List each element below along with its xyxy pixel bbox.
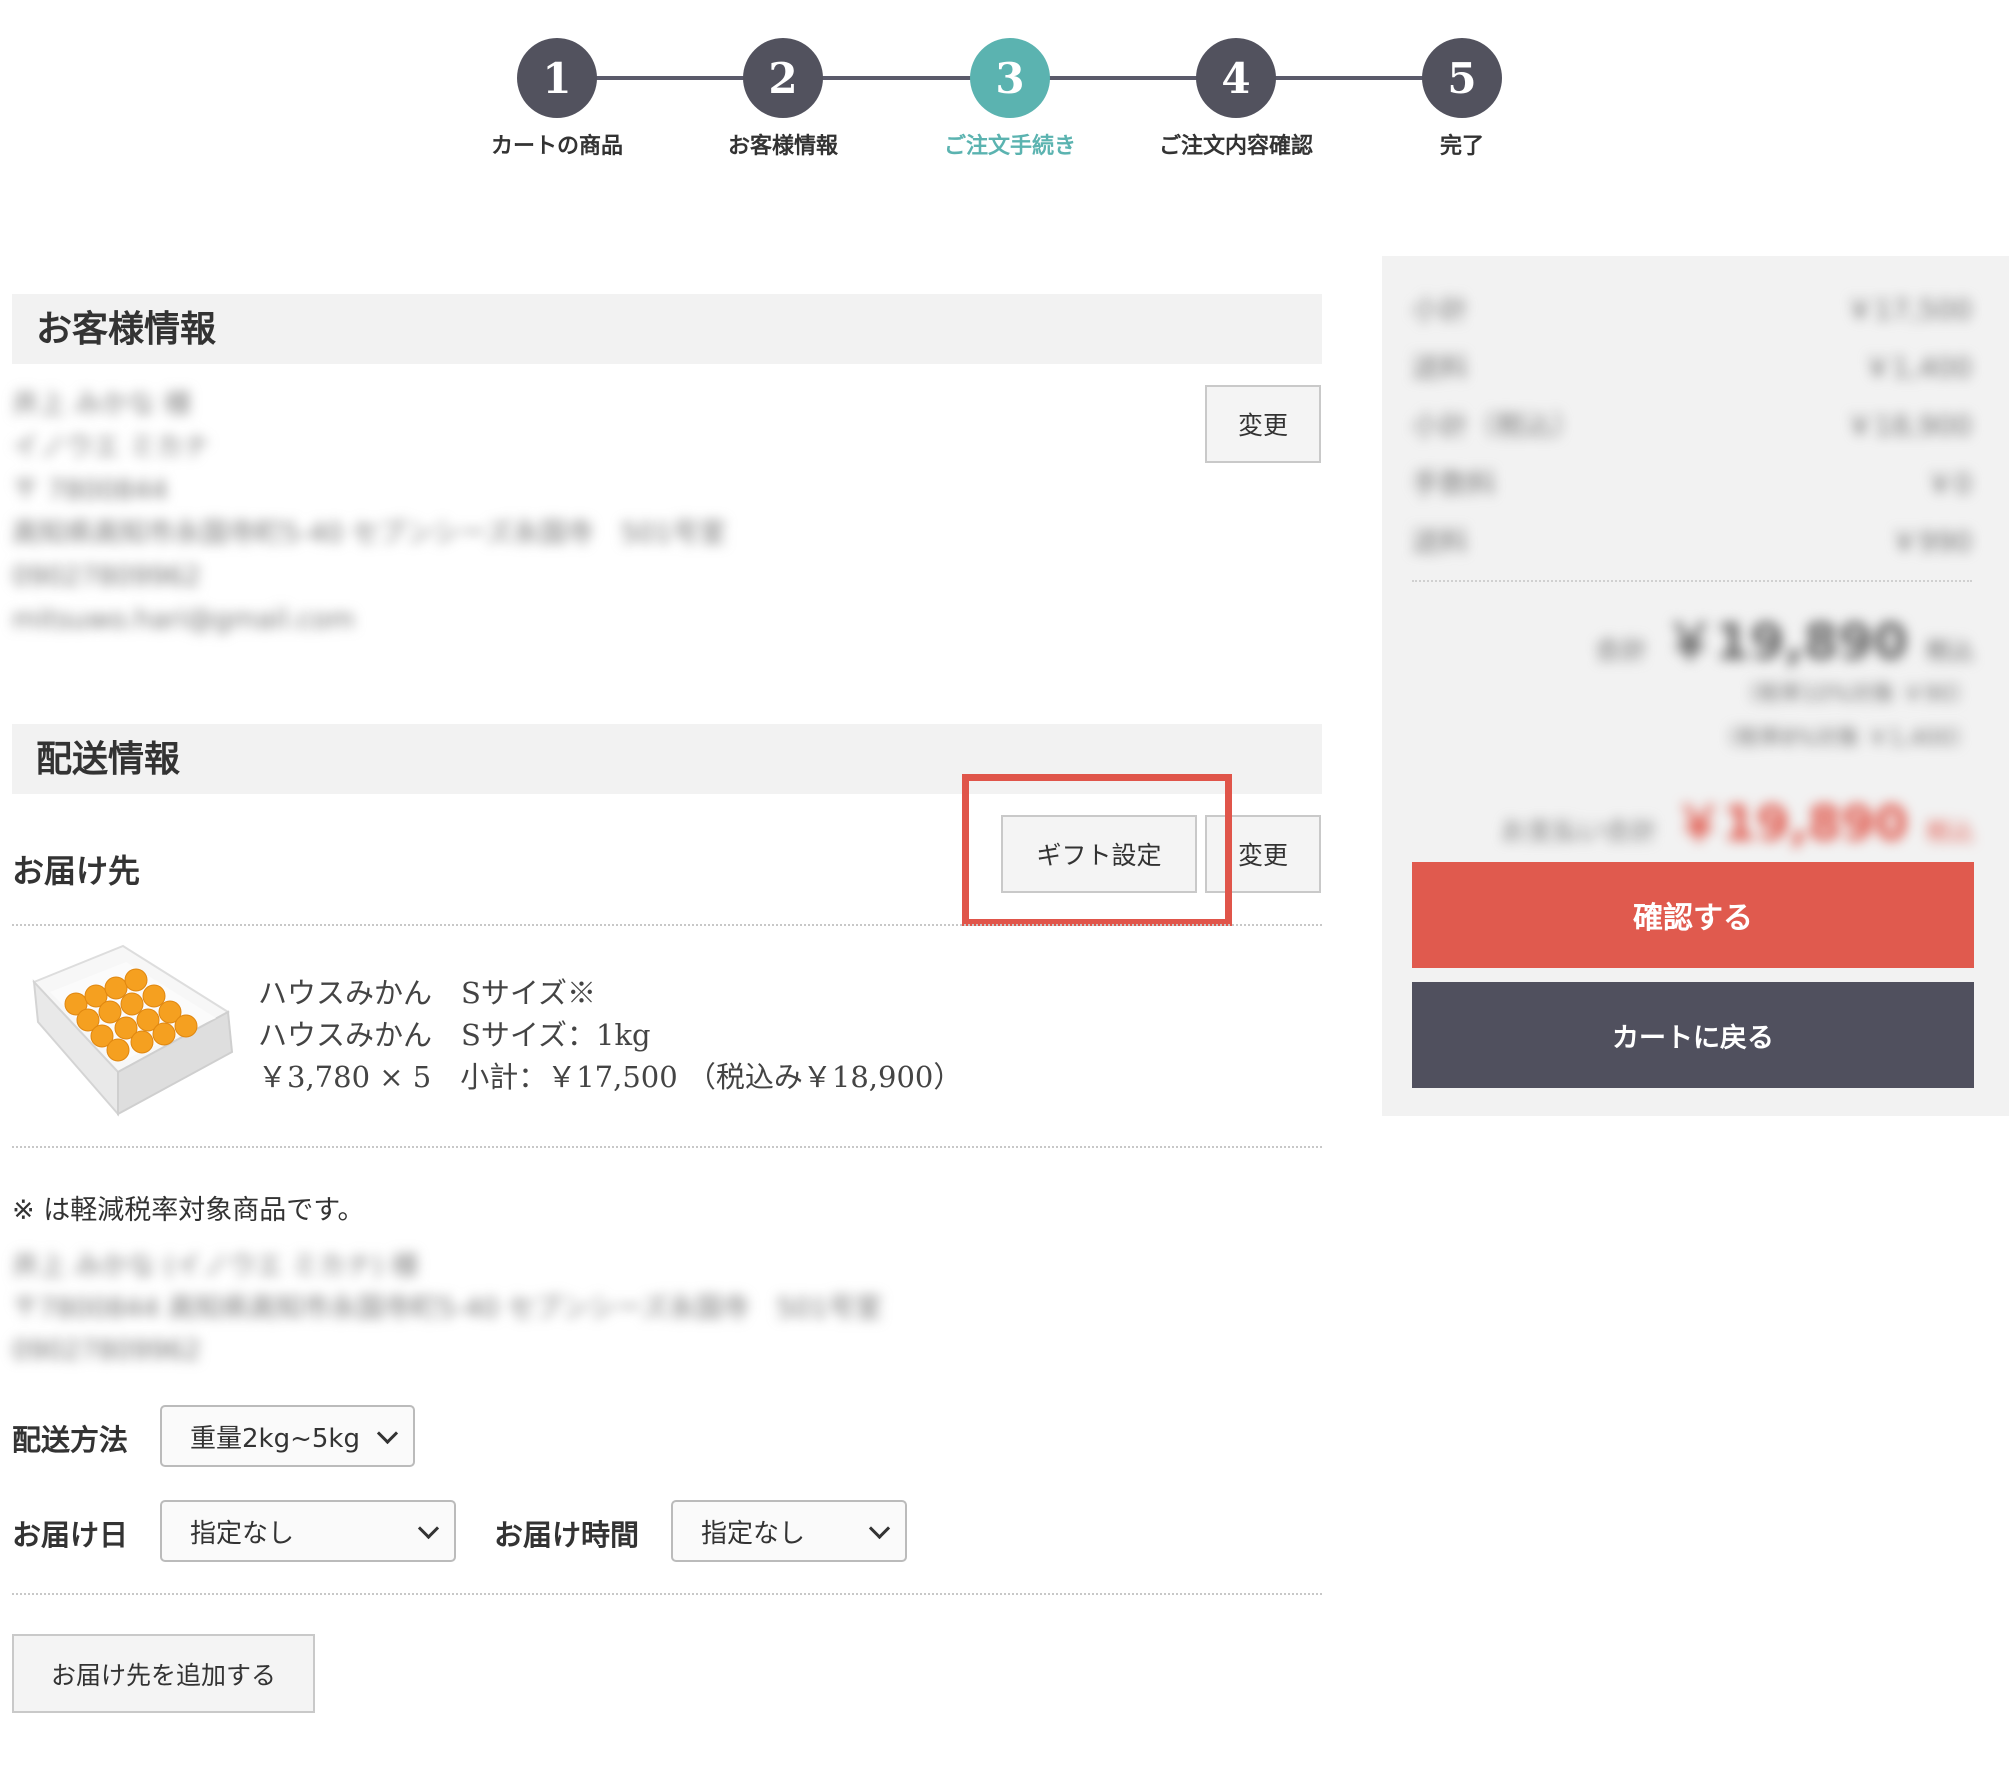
tax-note-10: （税率10%対象 ￥90）: [1736, 682, 1974, 707]
delivery-address-line: 〒7800844 高知県高知市永国寺町5-40 セブンシーズ永国寺 501号室: [12, 1293, 882, 1324]
customer-details: 井上 みかな 様 イノウエ ミカナ 〒 7800844 高知県高知市永国寺町5-…: [12, 383, 726, 641]
summary-row: 送料 ￥990: [1412, 520, 1972, 560]
confirm-button[interactable]: 確認する: [1412, 862, 1974, 968]
chevron-down-icon: [417, 1517, 440, 1539]
product-name: ハウスみかん Sサイズ※: [258, 976, 596, 1010]
divider: [12, 1593, 1322, 1595]
step-number-4: 4: [1196, 38, 1276, 118]
customer-address: 高知県高知市永国寺町5-40 セブンシーズ永国寺 501号室: [12, 518, 727, 549]
delivery-time-select[interactable]: 指定なし: [671, 1500, 907, 1562]
payment-value: ￥19,890: [1674, 796, 1908, 852]
tax-note-8: （税率8%対象 ￥1,400）: [1715, 726, 1974, 751]
summary-row-label: 手数料: [1412, 467, 1497, 500]
product-variant: ハウスみかん Sサイズ：1kg: [258, 1018, 651, 1052]
step-number-2: 2: [743, 38, 823, 118]
summary-row-label: 小計: [1412, 293, 1469, 326]
product-image: [28, 942, 236, 1117]
payment-tax-suffix: 税込: [1926, 818, 1974, 846]
step-number-5: 5: [1422, 38, 1502, 118]
summary-divider: [1412, 580, 1972, 582]
step-number-3: 3: [970, 38, 1050, 118]
step-5: 5 完了: [1322, 38, 1602, 160]
summary-row-label: 小計（税込）: [1412, 409, 1581, 442]
summary-row-label: 送料: [1412, 525, 1469, 558]
progress-stepper: 1 カートの商品 2 お客様情報 3 ご注文手続き 4 ご注文内容確認 5 完了: [0, 0, 2009, 190]
delivery-date-value: 指定なし: [190, 1518, 295, 1549]
summary-row-value: ￥0: [1926, 467, 1972, 500]
summary-total: 合計 ￥19,890 税込: [1595, 602, 1974, 674]
summary-row: 手数料 ￥0: [1412, 462, 1972, 502]
shipping-method-value: 重量2kg~5kg: [190, 1423, 360, 1454]
product-price: ￥3,780 × 5 小計：￥17,500 （税込み￥18,900）: [258, 1060, 963, 1094]
customer-zip: 〒 7800844: [12, 475, 168, 506]
divider: [12, 1146, 1322, 1148]
step-number-1: 1: [517, 38, 597, 118]
total-label: 合計: [1595, 636, 1648, 666]
customer-phone: 09027809962: [12, 561, 201, 592]
customer-change-button[interactable]: 変更: [1205, 385, 1321, 463]
delivery-time-label: お届け時間: [494, 1518, 640, 1552]
reduced-tax-note: ※ は軽減税率対象商品です。: [12, 1195, 365, 1226]
summary-row-value: ￥1,400: [1863, 351, 1972, 384]
product-info: ハウスみかん Sサイズ※ ハウスみかん Sサイズ：1kg ￥3,780 × 5 …: [258, 972, 962, 1098]
total-tax-suffix: 税込: [1926, 637, 1974, 665]
customer-info-header: お客様情報: [12, 294, 1322, 364]
summary-row-value: ￥990: [1890, 525, 1972, 558]
delivery-address: 井上 みかな (イノウエ ミカナ) 様 〒7800844 高知県高知市永国寺町5…: [12, 1246, 882, 1372]
summary-row: 小計 ￥17,500: [1412, 288, 1972, 328]
summary-row-label: 送料: [1412, 351, 1469, 384]
summary-row: 送料 ￥1,400: [1412, 346, 1972, 386]
divider: [12, 924, 1322, 926]
delivery-date-select[interactable]: 指定なし: [160, 1500, 456, 1562]
gift-settings-button[interactable]: ギフト設定: [1001, 815, 1197, 893]
shipping-method-label: 配送方法: [12, 1423, 129, 1457]
add-destination-button[interactable]: お届け先を追加する: [12, 1634, 315, 1713]
mikan-box-icon: [32, 944, 234, 1117]
checkout-page: 1 カートの商品 2 お客様情報 3 ご注文手続き 4 ご注文内容確認 5 完了…: [0, 0, 2009, 1765]
summary-row: 小計（税込） ￥18,900: [1412, 404, 1972, 444]
customer-kana: イノウエ ミカナ: [12, 432, 210, 463]
customer-email: mitsuwo.hari@gmail.com: [12, 604, 355, 635]
back-to-cart-button[interactable]: カートに戻る: [1412, 982, 1974, 1088]
customer-name: 井上 みかな 様: [12, 389, 192, 420]
shipping-method-select[interactable]: 重量2kg~5kg: [160, 1405, 415, 1467]
delivery-time-value: 指定なし: [701, 1518, 806, 1549]
delivery-recipient: 井上 みかな (イノウエ ミカナ) 様: [12, 1251, 419, 1282]
total-value: ￥19,890: [1665, 613, 1908, 671]
payment-total: お支払い合計 ￥19,890 税込: [1501, 784, 1974, 854]
destination-label: お届け先: [12, 852, 141, 890]
step-label-5: 完了: [1439, 133, 1484, 159]
chevron-down-icon: [376, 1422, 399, 1444]
summary-row-value: ￥18,900: [1846, 409, 1972, 442]
destination-change-button[interactable]: 変更: [1205, 815, 1321, 893]
chevron-down-icon: [868, 1517, 891, 1539]
delivery-phone: 09027809962: [12, 1335, 201, 1366]
summary-row-value: ￥17,500: [1846, 293, 1972, 326]
payment-label: お支払い合計: [1500, 817, 1657, 847]
order-summary-panel: 小計 ￥17,500 送料 ￥1,400 小計（税込） ￥18,900 手数料 …: [1382, 256, 2009, 1116]
delivery-info-header: 配送情報: [12, 724, 1322, 794]
delivery-date-label: お届け日: [12, 1518, 129, 1552]
